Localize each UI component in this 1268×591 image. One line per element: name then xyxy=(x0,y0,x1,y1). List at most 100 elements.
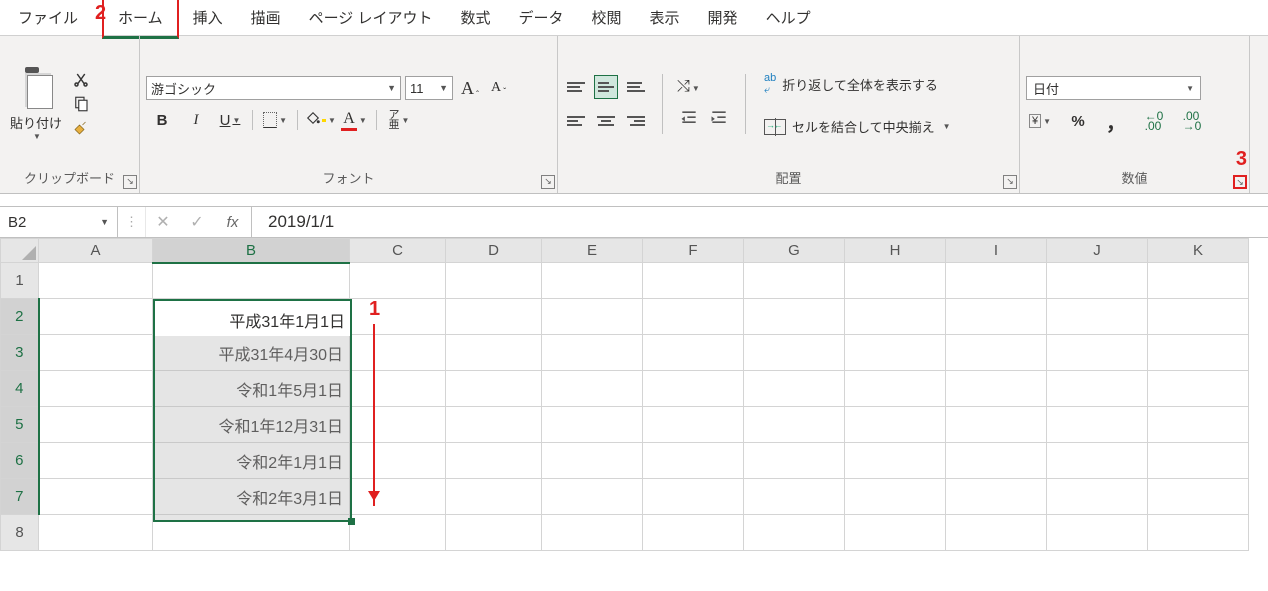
cell-E3[interactable] xyxy=(542,335,643,371)
wrap-text-button[interactable]: ab⤶ 折り返して全体を表示する xyxy=(760,70,955,99)
cell-C7[interactable] xyxy=(350,479,446,515)
orientation-button[interactable]: ⤭▼ xyxy=(677,78,700,96)
accounting-format-button[interactable]: ¥▼ xyxy=(1026,110,1054,132)
dialog-launcher-icon[interactable]: ↘ xyxy=(1233,175,1247,189)
fx-icon[interactable]: fx xyxy=(214,207,252,237)
col-head-I[interactable]: I xyxy=(946,239,1047,263)
cell-A5[interactable] xyxy=(39,407,153,443)
col-head-G[interactable]: G xyxy=(744,239,845,263)
cell-J5[interactable] xyxy=(1047,407,1148,443)
align-bottom-button[interactable] xyxy=(624,75,648,99)
cell-I1[interactable] xyxy=(946,263,1047,299)
cell-A1[interactable] xyxy=(39,263,153,299)
name-box[interactable]: B2 ▼ xyxy=(0,207,118,237)
cell-E6[interactable] xyxy=(542,443,643,479)
row-head-4[interactable]: 4 xyxy=(1,371,39,407)
cell-I6[interactable] xyxy=(946,443,1047,479)
cell-H1[interactable] xyxy=(845,263,946,299)
cell-B6[interactable]: 令和2年1月1日 xyxy=(153,443,350,479)
col-head-F[interactable]: F xyxy=(643,239,744,263)
cell-K3[interactable] xyxy=(1148,335,1249,371)
cell-B3[interactable]: 平成31年4月30日 xyxy=(153,335,350,371)
underline-button[interactable]: U▼ xyxy=(218,108,242,132)
decrease-indent-button[interactable] xyxy=(677,106,701,130)
borders-button[interactable]: ▼ xyxy=(263,108,287,132)
cell-B8[interactable] xyxy=(153,515,350,551)
formula-input[interactable]: 2019/1/1 xyxy=(252,212,1268,232)
cell-J2[interactable] xyxy=(1047,299,1148,335)
row-head-1[interactable]: 1 xyxy=(1,263,39,299)
cell-F5[interactable] xyxy=(643,407,744,443)
cell-D8[interactable] xyxy=(446,515,542,551)
cell-K7[interactable] xyxy=(1148,479,1249,515)
col-head-C[interactable]: C xyxy=(350,239,446,263)
cell-D1[interactable] xyxy=(446,263,542,299)
cell-H8[interactable] xyxy=(845,515,946,551)
cell-H5[interactable] xyxy=(845,407,946,443)
paste-button[interactable]: 貼り付け ▼ xyxy=(6,67,66,141)
cell-J4[interactable] xyxy=(1047,371,1148,407)
cell-J6[interactable] xyxy=(1047,443,1148,479)
cell-F2[interactable] xyxy=(643,299,744,335)
cell-B2[interactable]: 平成31年1月1日 xyxy=(153,299,350,335)
cell-D5[interactable] xyxy=(446,407,542,443)
cell-B1[interactable] xyxy=(153,263,350,299)
comma-style-button[interactable]: ， xyxy=(1102,110,1130,132)
cell-F6[interactable] xyxy=(643,443,744,479)
cell-I3[interactable] xyxy=(946,335,1047,371)
select-all-corner[interactable] xyxy=(1,239,39,263)
align-right-button[interactable] xyxy=(624,109,648,133)
row-head-7[interactable]: 7 xyxy=(1,479,39,515)
menu-ホーム[interactable]: ホーム xyxy=(102,0,179,39)
cell-K8[interactable] xyxy=(1148,515,1249,551)
row-head-6[interactable]: 6 xyxy=(1,443,39,479)
decrease-font-icon[interactable]: Aˇ xyxy=(487,80,510,96)
cell-E4[interactable] xyxy=(542,371,643,407)
menu-表示[interactable]: 表示 xyxy=(636,0,694,36)
decrease-decimal-button[interactable]: .00→0 xyxy=(1178,110,1206,132)
cell-F7[interactable] xyxy=(643,479,744,515)
col-head-J[interactable]: J xyxy=(1047,239,1148,263)
cell-E7[interactable] xyxy=(542,479,643,515)
cell-H2[interactable] xyxy=(845,299,946,335)
menu-ヘルプ[interactable]: ヘルプ xyxy=(752,0,825,36)
col-head-A[interactable]: A xyxy=(39,239,153,263)
dialog-launcher-icon[interactable]: ↘ xyxy=(541,175,555,189)
cell-C4[interactable] xyxy=(350,371,446,407)
menu-数式[interactable]: 数式 xyxy=(446,0,504,36)
cell-A3[interactable] xyxy=(39,335,153,371)
font-color-button[interactable]: A▼ xyxy=(342,108,366,132)
col-head-D[interactable]: D xyxy=(446,239,542,263)
cell-I8[interactable] xyxy=(946,515,1047,551)
cell-G5[interactable] xyxy=(744,407,845,443)
menu-挿入[interactable]: 挿入 xyxy=(179,0,237,36)
cell-G6[interactable] xyxy=(744,443,845,479)
col-head-H[interactable]: H xyxy=(845,239,946,263)
cell-I7[interactable] xyxy=(946,479,1047,515)
col-head-B[interactable]: B xyxy=(153,239,350,263)
menu-データ[interactable]: データ xyxy=(505,0,578,36)
row-head-2[interactable]: 2 xyxy=(1,299,39,335)
menu-ページ レイアウト[interactable]: ページ レイアウト xyxy=(295,0,447,36)
cell-K4[interactable] xyxy=(1148,371,1249,407)
increase-decimal-button[interactable]: ←0.00 xyxy=(1140,110,1168,132)
cell-I4[interactable] xyxy=(946,371,1047,407)
row-head-8[interactable]: 8 xyxy=(1,515,39,551)
cell-I2[interactable] xyxy=(946,299,1047,335)
merge-center-button[interactable]: セルを結合して中央揃え ▼ xyxy=(760,115,955,138)
cell-K5[interactable] xyxy=(1148,407,1249,443)
phonetic-button[interactable]: ア亜▼ xyxy=(387,108,411,132)
cell-F3[interactable] xyxy=(643,335,744,371)
cell-A8[interactable] xyxy=(39,515,153,551)
cancel-icon[interactable]: ✕ xyxy=(146,212,180,232)
menu-ファイル[interactable]: ファイル xyxy=(4,0,92,36)
cell-K6[interactable] xyxy=(1148,443,1249,479)
cell-D2[interactable] xyxy=(446,299,542,335)
cell-E8[interactable] xyxy=(542,515,643,551)
menu-校閲[interactable]: 校閲 xyxy=(578,0,636,36)
bold-button[interactable]: B xyxy=(150,108,174,132)
align-center-button[interactable] xyxy=(594,109,618,133)
increase-font-icon[interactable]: Aˆ xyxy=(457,78,483,99)
cell-B4[interactable]: 令和1年5月1日 xyxy=(153,371,350,407)
copy-icon[interactable] xyxy=(72,95,90,113)
